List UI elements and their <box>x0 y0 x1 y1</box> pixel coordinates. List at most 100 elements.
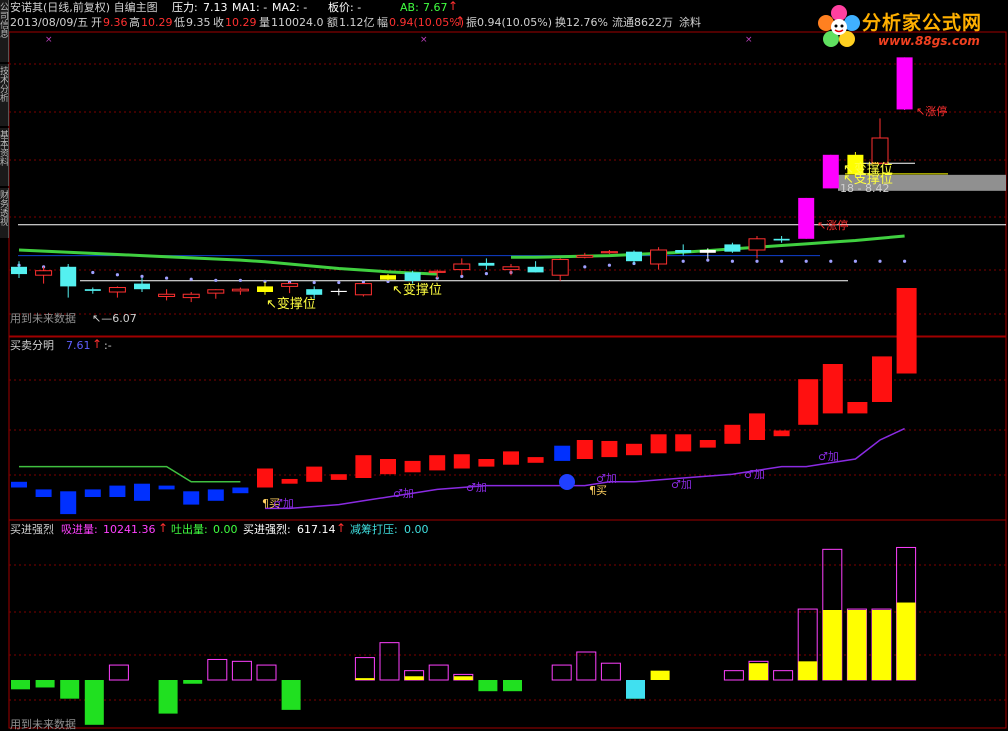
indicator-dot <box>583 265 587 269</box>
low-price-arrow-icon: ↖— <box>92 312 113 325</box>
left-tab-finance[interactable]: 财务透视 <box>0 188 9 238</box>
ab-label: AB: <box>400 1 419 14</box>
panel2-value: 7.61 <box>66 339 91 352</box>
chart-stage: × × × 公司信息 技术分析 基本资料 财务透视 安诺其(日线,前复权) 自编主图… <box>0 0 1008 731</box>
reduce-bar <box>626 680 645 699</box>
absorb-bar <box>428 664 449 681</box>
marker-cross: × <box>745 35 753 45</box>
signal-bar <box>35 489 52 497</box>
candle-body <box>354 283 372 296</box>
spit-bar <box>478 680 498 692</box>
indicator-dot <box>214 278 218 282</box>
left-tab-technical[interactable]: 技术分析 <box>0 64 9 126</box>
candle-body <box>428 270 446 273</box>
candle-body <box>675 250 692 253</box>
candle-body <box>207 289 225 294</box>
candle-body <box>724 244 741 252</box>
spit-bar <box>60 680 80 699</box>
signal-bar <box>429 455 446 471</box>
candle-body <box>773 238 790 241</box>
strong-buy-bar <box>896 602 916 680</box>
indicator-dot <box>829 259 833 263</box>
candle-body <box>404 272 421 281</box>
signal-bar <box>11 481 27 488</box>
left-tab-company-info[interactable]: 公司信息 <box>0 0 9 62</box>
absorb-bar <box>354 657 375 681</box>
logo-url: www.88gs.com <box>878 34 980 48</box>
low-price-value: 6.07 <box>112 312 137 325</box>
volume-label: 量 <box>259 16 270 29</box>
indicator-dot <box>607 263 612 267</box>
strong-buy-bar <box>650 670 670 680</box>
signal-bar <box>675 434 692 452</box>
add-marker-1: ♂加 <box>273 497 294 510</box>
signal-bar <box>699 440 716 448</box>
strong-buy-bar <box>749 663 768 680</box>
signal-bar <box>626 443 642 456</box>
signal-bar <box>404 460 421 473</box>
indicator-dot <box>730 259 735 263</box>
strong-buy-bar <box>847 610 867 680</box>
close-label: 收 <box>213 16 224 29</box>
spit-label: 吐出量: <box>171 523 208 536</box>
strong-buy-bar <box>872 610 891 680</box>
ab-value: 7.67 <box>423 1 448 14</box>
spit-bar <box>281 680 301 710</box>
candle-body <box>748 238 766 251</box>
candle-body <box>798 197 815 239</box>
indicator-dot <box>337 280 341 285</box>
future-data-label-top: 用到未来数据 <box>10 312 76 325</box>
candle-body <box>330 290 347 292</box>
add-marker-icon: ♂ <box>744 468 754 481</box>
high-value: 10.29 <box>141 16 173 29</box>
volume-value: 110024.0 <box>271 16 324 29</box>
candle-body <box>182 293 200 299</box>
add-marker-icon: ♂ <box>466 481 476 494</box>
add-marker-2: ♂加 <box>393 487 414 500</box>
stock-chart-svg[interactable]: × × × <box>0 0 1008 730</box>
absorb-label: 吸进量: <box>61 523 98 536</box>
add-marker-icon: ♂ <box>818 450 828 463</box>
change-up-arrow-icon: ↑ <box>455 14 466 28</box>
absorb-value: 10241.36 <box>103 523 156 536</box>
date-value: 2013/08/09/五 <box>10 16 89 29</box>
candle-body <box>551 259 569 276</box>
signal-bar <box>601 440 618 458</box>
indicator-dot <box>189 277 193 281</box>
add-text: 加 <box>605 472 617 485</box>
ab-up-arrow-icon: ↑ <box>448 0 459 13</box>
signal-bar <box>257 468 273 488</box>
site-logo[interactable]: 分析家公式网 www.88gs.com <box>814 0 1008 56</box>
ma-green-line <box>18 248 438 276</box>
change-label: 幅 <box>377 16 388 29</box>
indicator-dot <box>238 278 242 282</box>
absorb-bar <box>108 664 129 681</box>
add-marker-7: ♂加 <box>818 450 839 463</box>
signal-bar <box>798 379 819 425</box>
change-value: 0.94(10.05%) <box>389 16 465 29</box>
indicator-dot <box>165 276 169 280</box>
absorb-bar <box>600 662 621 681</box>
marker-cross: × <box>420 35 428 45</box>
add-marker-3: ♂加 <box>466 481 487 494</box>
signal-bar <box>207 489 224 501</box>
amount-label: 额 <box>327 16 338 29</box>
left-tab-basics[interactable]: 基本资料 <box>0 128 9 186</box>
pressure-label: 压力: <box>172 1 198 14</box>
signal-bar <box>380 459 396 475</box>
absorb-bar <box>256 664 277 681</box>
change-support-text: 变撑位 <box>402 283 442 298</box>
candle-body <box>650 249 668 265</box>
candle-body <box>35 270 53 276</box>
indicator-dot <box>853 259 858 263</box>
open-label: 开 <box>91 16 102 29</box>
buy-marker-2: ¶买 <box>589 484 607 497</box>
strong-buy-value: 617.14 <box>297 523 336 536</box>
float-text: 流通8622万 <box>612 16 673 29</box>
candle-body <box>257 286 273 292</box>
absorb-bar <box>231 660 252 681</box>
pointer-arrow-icon: ↖ <box>817 219 827 232</box>
add-marker-4: ♂加 <box>596 472 617 485</box>
candle-body <box>626 251 642 262</box>
signal-bar <box>527 457 544 463</box>
